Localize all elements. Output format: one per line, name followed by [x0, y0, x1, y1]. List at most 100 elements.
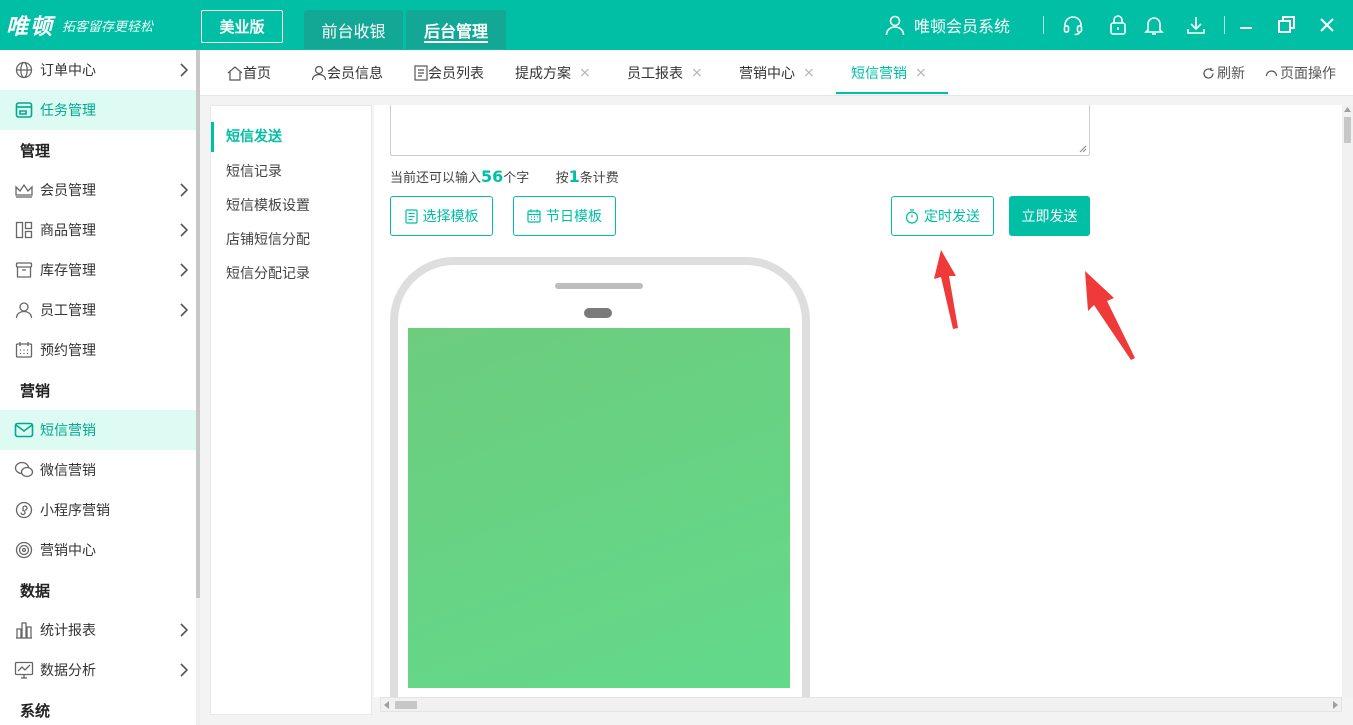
- scroll-up-icon[interactable]: [1344, 107, 1351, 113]
- resize-grip-icon[interactable]: [1079, 145, 1087, 153]
- tab-close-icon[interactable]: ×: [579, 65, 591, 81]
- minimize-icon[interactable]: [1235, 14, 1257, 36]
- refresh-button[interactable]: 刷新: [1202, 50, 1245, 96]
- bell-icon[interactable]: [1143, 14, 1165, 36]
- chevron-right-icon: [180, 263, 188, 277]
- scroll-left-icon[interactable]: [384, 701, 390, 709]
- tab-backend-label: 后台管理: [423, 21, 488, 41]
- logo-main: 唯顿: [6, 14, 55, 40]
- close-icon[interactable]: [1316, 14, 1338, 36]
- tab-home[interactable]: 首页: [227, 50, 271, 96]
- sidebar-group-system: 系统: [20, 701, 51, 720]
- sidebar-group-manage: 管理: [20, 141, 51, 160]
- horizontal-scrollbar[interactable]: [380, 697, 1342, 712]
- sidebar-scrollbar-thumb[interactable]: [196, 50, 200, 598]
- sidebar-item-statistics-report[interactable]: 统计报表: [0, 610, 196, 650]
- sidebar-item-data-analysis[interactable]: 数据分析: [0, 650, 196, 690]
- tab-front-cashier[interactable]: 前台收银: [304, 10, 403, 49]
- page-operations-label: 页面操作: [1280, 66, 1336, 82]
- vertical-scrollbar[interactable]: [1342, 105, 1353, 697]
- download-icon[interactable]: [1185, 14, 1207, 36]
- sidebar-item-wechat-marketing[interactable]: 微信营销: [0, 450, 196, 490]
- maximize-icon[interactable]: [1276, 14, 1298, 36]
- active-tab-underline: [424, 41, 488, 43]
- lock-icon[interactable]: [1107, 14, 1129, 36]
- circle-arrow-icon: [1265, 69, 1278, 76]
- chevron-right-icon: [180, 63, 188, 77]
- tab-marketing-center[interactable]: 营销中心 ×: [739, 50, 815, 96]
- list-icon: [414, 65, 428, 81]
- tab-close-icon[interactable]: ×: [691, 65, 703, 81]
- tab-member-list[interactable]: 会员列表: [414, 50, 484, 96]
- sms-subnav: 短信发送 短信记录 短信模板设置 店铺短信分配 短信分配记录: [210, 105, 372, 715]
- sidebar-item-inventory-management[interactable]: 库存管理: [0, 250, 196, 290]
- send-now-button[interactable]: 立即发送: [1009, 196, 1090, 236]
- globe-icon: [14, 60, 34, 80]
- sidebar-item-label: 订单中心: [40, 63, 96, 79]
- scheduled-send-button[interactable]: 定时发送: [891, 196, 994, 236]
- tab-label: 首页: [243, 66, 271, 82]
- tab-sms-marketing[interactable]: 短信营销 ×: [836, 50, 948, 96]
- choose-template-button[interactable]: 选择模板: [390, 196, 493, 236]
- calendar-icon: [527, 209, 541, 223]
- toolbar-separator: [1043, 16, 1044, 34]
- sidebar-item-label: 营销中心: [40, 543, 96, 559]
- vertical-scroll-thumb[interactable]: [1344, 117, 1351, 143]
- sidebar-item-order-center[interactable]: 订单中心: [0, 50, 196, 90]
- system-name: 唯顿会员系统: [914, 17, 1011, 36]
- tab-member-info[interactable]: 会员信息: [311, 50, 383, 96]
- sidebar-item-marketing-center[interactable]: 营销中心: [0, 530, 196, 570]
- sidebar-item-staff-management[interactable]: 员工管理: [0, 290, 196, 330]
- user-icon: [885, 15, 905, 36]
- holiday-template-button[interactable]: 节日模板: [513, 196, 616, 236]
- refresh-label: 刷新: [1217, 66, 1245, 82]
- tab-close-icon[interactable]: ×: [803, 65, 815, 81]
- subnav-active-indicator: [211, 122, 214, 152]
- billing-prefix: 按: [555, 171, 569, 186]
- sidebar-group-data: 数据: [20, 581, 51, 600]
- phone-screen: [408, 328, 790, 688]
- subnav-item-template-settings[interactable]: 短信模板设置: [226, 195, 310, 215]
- tab-close-icon[interactable]: ×: [915, 65, 927, 81]
- tab-commission-plan[interactable]: 提成方案 ×: [515, 50, 591, 96]
- chevron-right-icon: [180, 663, 188, 677]
- tab-label: 提成方案: [515, 66, 571, 82]
- sidebar-scrollbar-track[interactable]: [196, 598, 200, 725]
- subnav-item-sms-send[interactable]: 短信发送: [226, 126, 282, 146]
- sidebar-item-sms-marketing[interactable]: 短信营销: [0, 410, 196, 450]
- page-operations-button[interactable]: 页面操作: [1265, 50, 1336, 96]
- chevron-right-icon: [180, 623, 188, 637]
- sidebar-item-label: 小程序营销: [40, 503, 110, 519]
- box-icon: [14, 260, 34, 280]
- sidebar-group-marketing: 营销: [20, 381, 51, 400]
- headset-icon[interactable]: [1062, 14, 1084, 36]
- subnav-item-sms-records[interactable]: 短信记录: [226, 161, 282, 181]
- counter-unit: 个字: [503, 171, 530, 186]
- system-user[interactable]: 唯顿会员系统: [884, 13, 1010, 37]
- sidebar-item-task-management[interactable]: 任务管理: [0, 90, 196, 130]
- sms-send-panel: 当前还可以输入56个字 按1条计费 选择模板 节日模板 定时发送 立即发送: [374, 105, 1342, 697]
- subnav-item-store-allocation[interactable]: 店铺短信分配: [226, 229, 310, 249]
- sidebar-item-miniprogram-marketing[interactable]: 小程序营销: [0, 490, 196, 530]
- tab-label: 营销中心: [739, 66, 795, 82]
- tab-backend-management[interactable]: 后台管理: [406, 10, 506, 49]
- target-icon: [14, 540, 34, 560]
- wechat-icon: [14, 460, 34, 480]
- sidebar-item-label: 统计报表: [40, 623, 96, 639]
- billing-suffix: 条计费: [579, 171, 619, 186]
- horizontal-scroll-thumb[interactable]: [395, 701, 417, 709]
- sidebar-item-label: 预约管理: [40, 343, 96, 359]
- sidebar-item-appointment-management[interactable]: 预约管理: [0, 330, 196, 370]
- sidebar-item-member-management[interactable]: 会员管理: [0, 170, 196, 210]
- sms-content-textarea[interactable]: [390, 105, 1090, 156]
- tab-label: 会员列表: [428, 66, 484, 82]
- calendar-icon: [14, 340, 34, 360]
- sidebar-item-label: 任务管理: [40, 103, 96, 119]
- chevron-right-icon: [180, 223, 188, 237]
- holiday-template-label: 节日模板: [546, 209, 602, 225]
- subnav-item-allocation-records[interactable]: 短信分配记录: [226, 263, 310, 283]
- sidebar-item-product-management[interactable]: 商品管理: [0, 210, 196, 250]
- tab-staff-report[interactable]: 员工报表 ×: [627, 50, 703, 96]
- edition-button[interactable]: 美业版: [201, 10, 283, 43]
- scroll-right-icon[interactable]: [1332, 701, 1338, 709]
